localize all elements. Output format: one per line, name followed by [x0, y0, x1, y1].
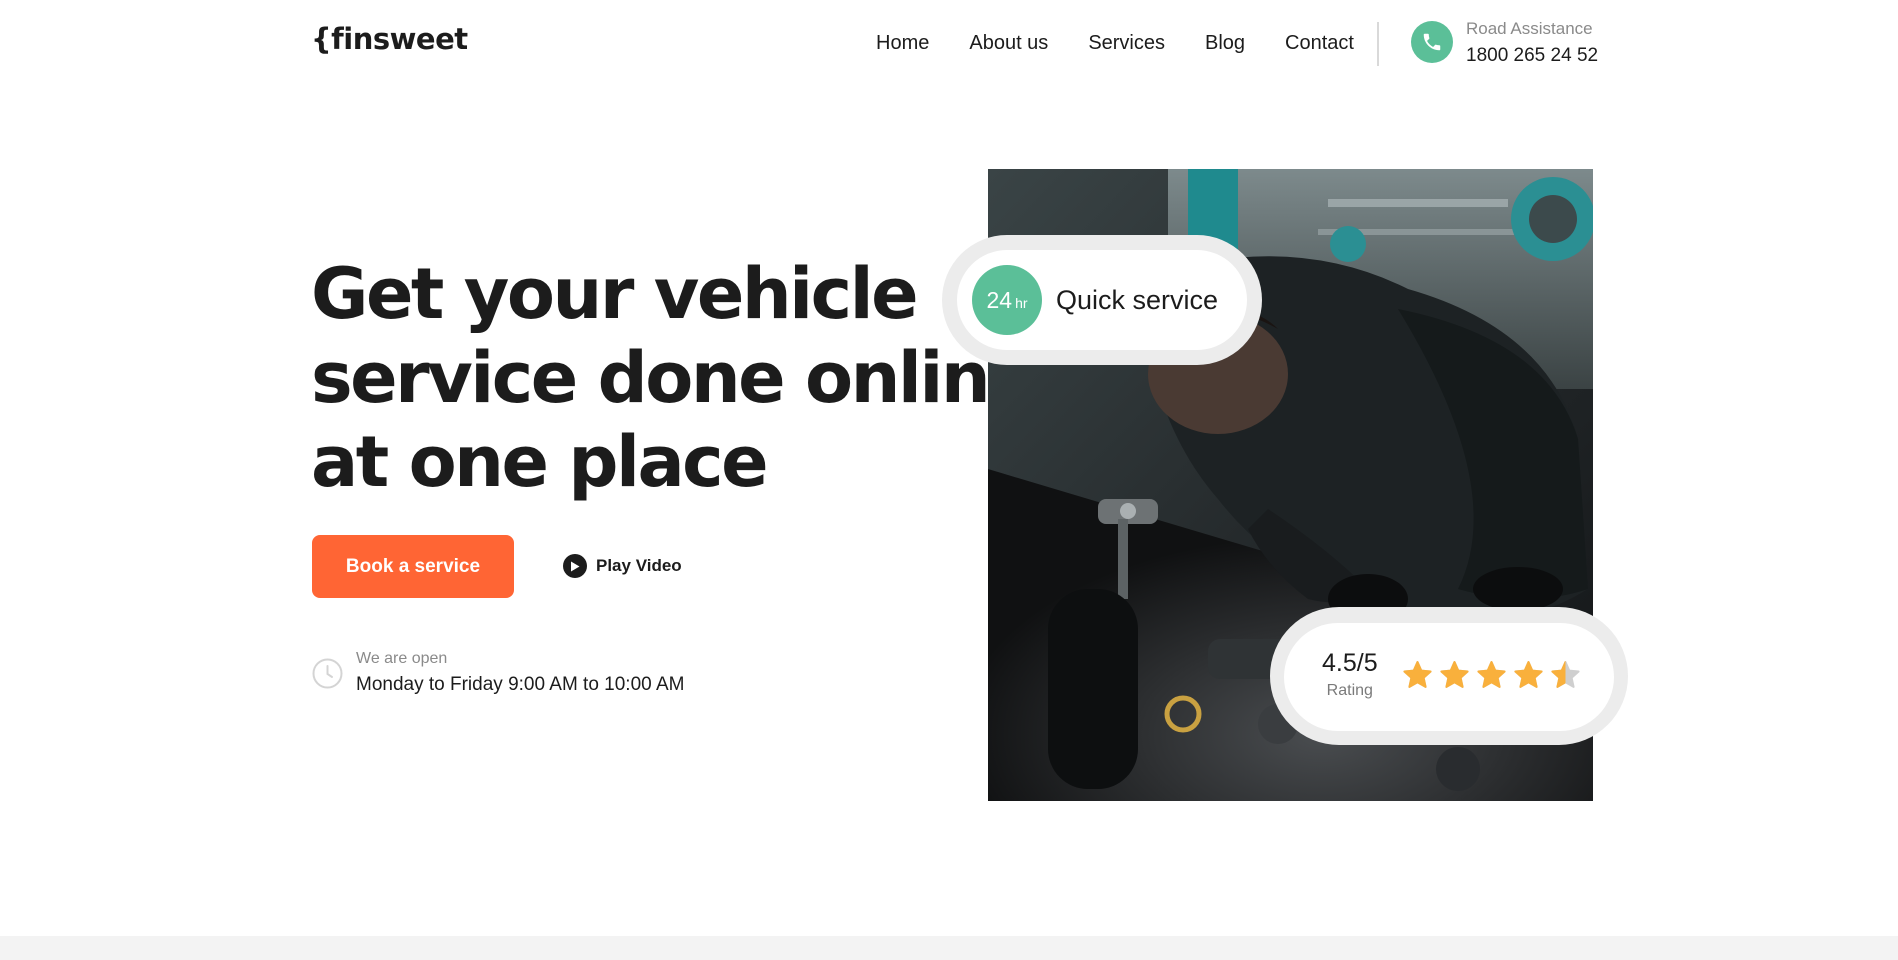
- phone-icon[interactable]: [1411, 21, 1453, 63]
- hero-title-line: service done online: [311, 337, 1036, 419]
- star-icon: [1440, 661, 1469, 688]
- rating-info: 4.5/5 Rating: [1322, 649, 1378, 700]
- star-icon: [1477, 661, 1506, 688]
- opening-hours-value: Monday to Friday 9:00 AM to 10:00 AM: [356, 674, 685, 695]
- next-section-strip: [0, 936, 1898, 960]
- hero-title-line: Get your vehicle: [311, 253, 919, 335]
- road-assistance-phone[interactable]: 1800 265 24 52: [1466, 45, 1598, 67]
- rating-stars: [1402, 660, 1581, 691]
- quick-service-circle: 24 hr: [972, 265, 1042, 335]
- quick-service-number: 24: [986, 286, 1013, 313]
- rating-badge: 4.5/5 Rating: [1284, 623, 1614, 731]
- nav-item-contact[interactable]: Contact: [1285, 32, 1354, 55]
- nav-divider: [1377, 22, 1379, 66]
- rating-label: Rating: [1326, 682, 1373, 699]
- play-icon: [563, 554, 587, 578]
- play-video-label: Play Video: [596, 556, 682, 575]
- book-service-button[interactable]: Book a service: [312, 535, 514, 598]
- nav-item-home[interactable]: Home: [876, 32, 929, 55]
- rating-value: 4.5/5: [1322, 649, 1378, 677]
- star-icon: [1514, 661, 1543, 688]
- nav-item-services[interactable]: Services: [1088, 32, 1165, 55]
- play-video-button[interactable]: Play Video: [563, 554, 682, 578]
- star-icon: [1551, 661, 1580, 688]
- star-icon: [1403, 661, 1432, 688]
- opening-hours-label: We are open: [356, 650, 448, 667]
- quick-service-text: Quick service: [1056, 284, 1219, 315]
- nav-item-about-us[interactable]: About us: [969, 32, 1048, 55]
- hero-title: Get your vehicle service done online at …: [311, 252, 1036, 504]
- clock-icon: [312, 658, 343, 689]
- quick-service-badge: 24 hr Quick service: [957, 250, 1247, 350]
- road-assistance-label: Road Assistance: [1466, 19, 1593, 38]
- nav-item-blog[interactable]: Blog: [1205, 32, 1245, 55]
- hero-title-line: at one place: [311, 421, 769, 503]
- quick-service-unit: hr: [1015, 294, 1028, 311]
- main-nav: Home About us Services Blog Contact: [876, 32, 1354, 55]
- brand-logo[interactable]: {finsweet: [311, 22, 468, 56]
